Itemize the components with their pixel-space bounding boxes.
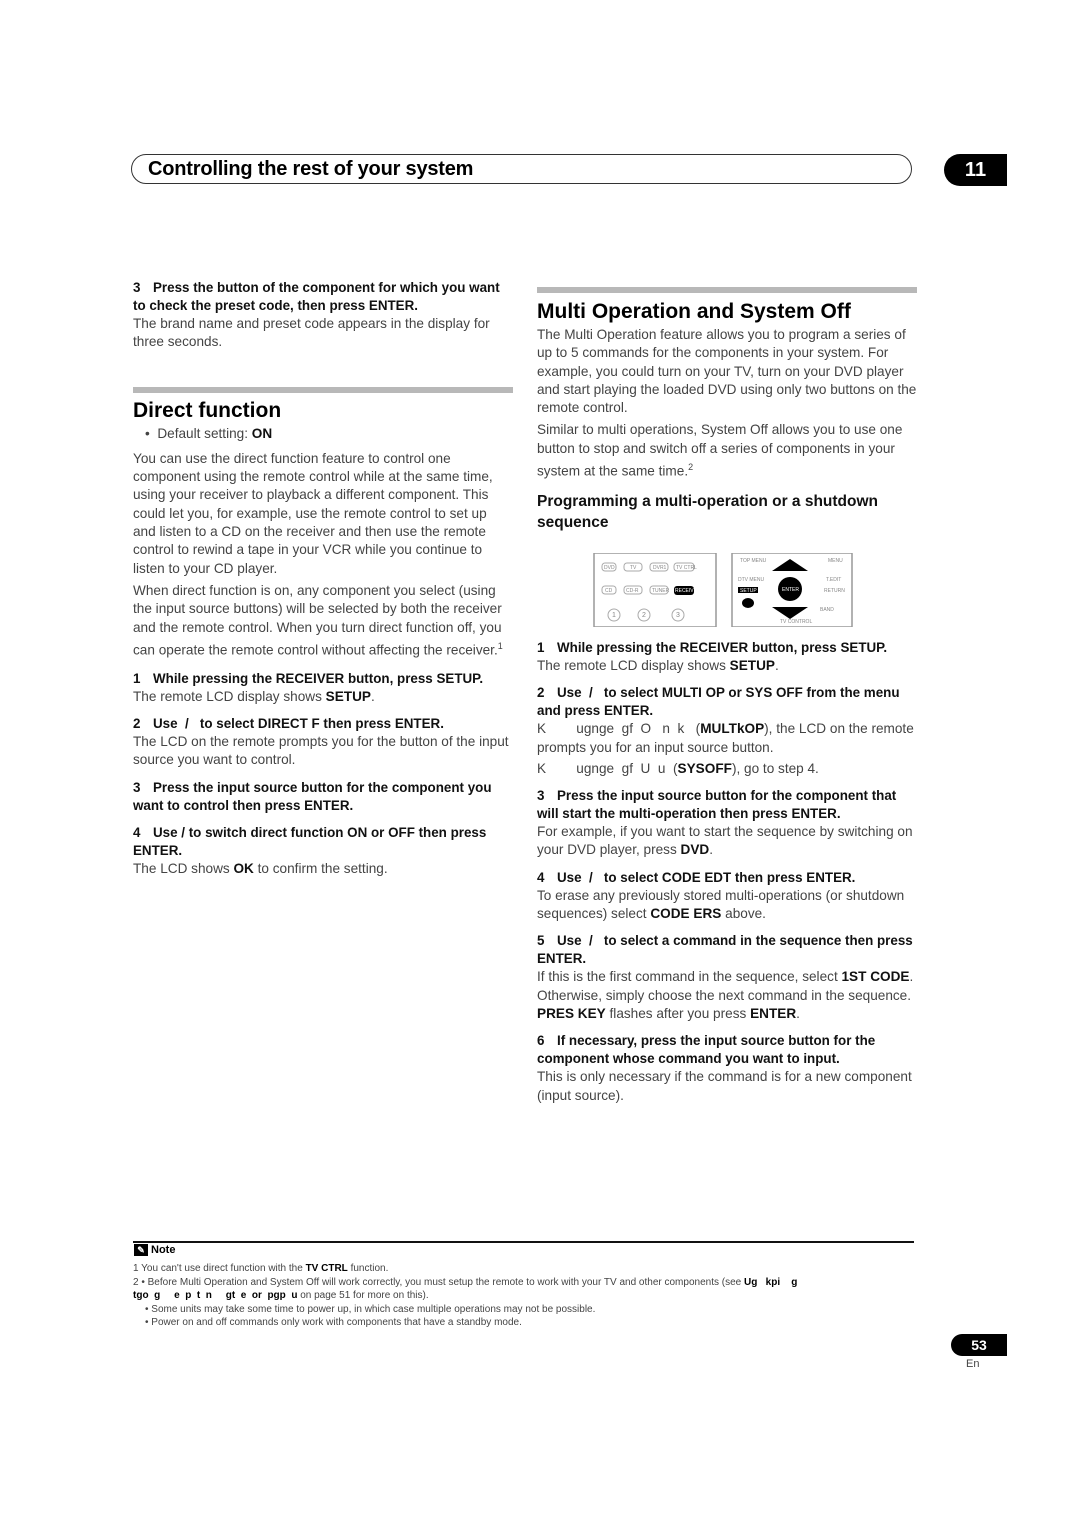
- svg-text:1: 1: [612, 612, 616, 619]
- section-title-direct-function: Direct function: [133, 398, 282, 422]
- svg-text:TOP MENU: TOP MENU: [740, 558, 767, 564]
- footnote-2: 2 • Before Multi Operation and System Of…: [133, 1277, 798, 1288]
- svg-text:BAND: BAND: [820, 607, 834, 613]
- svg-text:3: 3: [676, 612, 680, 619]
- tuner-button: TUNER: [652, 588, 670, 594]
- footnote-ref: 2: [688, 462, 694, 473]
- tvctrl-button: TV CTRL: [676, 565, 697, 571]
- left-column: 3 Press the button of the component for w…: [133, 279, 513, 878]
- step: 5 Use / to select a command in the sequen…: [537, 933, 917, 1021]
- cd-button: CD: [605, 588, 613, 594]
- step: 3 Press the input source button for the c…: [537, 788, 913, 858]
- cdr-button: CD-R: [626, 588, 639, 594]
- svg-text:T.EDIT: T.EDIT: [826, 577, 841, 583]
- remote-control-illustration: DVD TV DVR1 TV CTRL CD CD-R TUNER RECEIV…: [593, 553, 853, 627]
- footnote-ref: 1: [497, 640, 503, 651]
- step-body: The brand name and preset code appears i…: [133, 316, 490, 350]
- section-rule: [133, 386, 513, 393]
- section-title-multi-operation: Multi Operation and System Off: [537, 300, 851, 323]
- setup-button: SETUP: [740, 588, 757, 594]
- svg-text:RETURN: RETURN: [824, 588, 845, 594]
- step: 2 Use / to select DIRECT F then press ENT…: [133, 715, 509, 768]
- paragraph: When direct function is on, any componen…: [133, 582, 503, 658]
- remote-right-panel: TOP MENU MENU DTV MENU ENTER SETUP T.EDI…: [731, 553, 853, 627]
- step: 6 If necessary, press the input source bu…: [537, 1033, 912, 1103]
- footnote-rule: [133, 1241, 914, 1243]
- footnote-bullet: • Power on and off commands only work wi…: [145, 1317, 522, 1328]
- svg-text:MENU: MENU: [828, 558, 843, 564]
- footnote-bullet: • Some units may take some time to power…: [145, 1304, 596, 1315]
- step-heading: 3 Press the button of the component for w…: [133, 280, 500, 313]
- dvr1-button: DVR1: [653, 565, 667, 571]
- svg-text:DTV MENU: DTV MENU: [738, 577, 765, 583]
- step: 4 Use / to switch direct function ON or O…: [133, 824, 487, 876]
- paragraph: Similar to multi operations, System Off …: [537, 422, 903, 479]
- chapter-title: Controlling the rest of your system: [148, 158, 474, 180]
- section-rule: [537, 287, 917, 293]
- right-column: Multi Operation and System Off The Multi…: [537, 287, 917, 533]
- receiver-button: RECEIVER: [675, 588, 701, 594]
- svg-text:TV CONTROL: TV CONTROL: [780, 619, 812, 625]
- page-number: 53: [951, 1334, 1007, 1356]
- step: 3 Press the input source button for the c…: [133, 779, 492, 813]
- paragraph: You can use the direct function feature …: [133, 450, 493, 576]
- step: 4 Use / to select CODE EDT then press ENT…: [537, 869, 905, 922]
- footnote-1: 1 You can't use direct function with the…: [133, 1263, 389, 1274]
- svg-text:ENTER: ENTER: [782, 587, 799, 593]
- svg-text:2: 2: [642, 612, 646, 619]
- right-column-steps: 1 While pressing the RECEIVER button, pre…: [537, 639, 917, 1105]
- step: 1 While pressing the RECEIVER button, pre…: [133, 670, 484, 704]
- footnote-2-cont: tgo g e p t n gt e or pgp u on page 51 f…: [133, 1290, 429, 1301]
- language-code: En: [966, 1358, 980, 1370]
- subsection-title: Programming a multi-operation or a shutd…: [537, 492, 879, 531]
- chapter-number-tab: 11: [944, 154, 1007, 186]
- tv-button: TV: [630, 565, 637, 571]
- paragraph: The Multi Operation feature allows you t…: [537, 327, 917, 416]
- step: 2 Use / to select MULTI OP or SYS OFF fro…: [537, 685, 918, 776]
- step: 1 While pressing the RECEIVER button, pre…: [537, 640, 888, 673]
- default-setting: • Default setting: ON: [145, 425, 273, 441]
- remote-left-panel: DVD TV DVR1 TV CTRL CD CD-R TUNER RECEIV…: [593, 553, 717, 627]
- note-heading: ✎ Note: [134, 1244, 175, 1256]
- dvd-button: DVD: [604, 565, 615, 571]
- pencil-note-icon: ✎: [134, 1244, 148, 1256]
